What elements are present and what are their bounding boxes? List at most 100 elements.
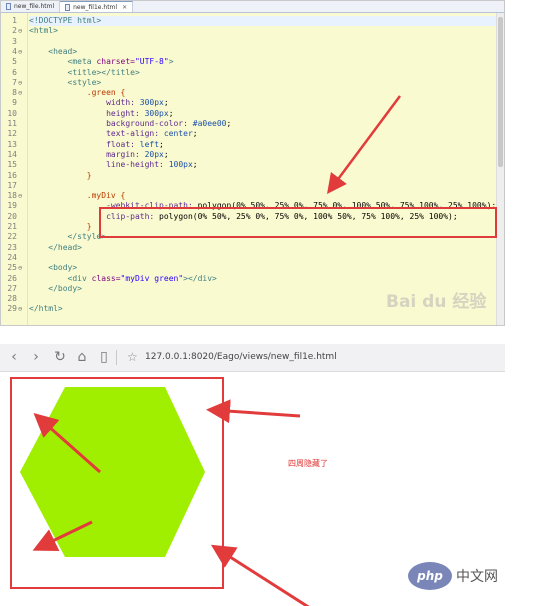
- code-token: ;: [163, 98, 169, 108]
- line-number: 23: [7, 242, 17, 252]
- code-token: 300px: [139, 98, 164, 108]
- code-line[interactable]: <html>: [29, 26, 504, 36]
- code-token: float:: [29, 139, 140, 149]
- code-line[interactable]: .green {: [29, 88, 504, 98]
- code-token: center: [163, 129, 193, 139]
- back-icon[interactable]: ‹: [6, 349, 22, 365]
- line-number: 22: [7, 232, 17, 242]
- code-token: }: [29, 222, 92, 231]
- bookmark-star-icon[interactable]: ☆: [127, 350, 138, 365]
- home-icon[interactable]: ⌂: [74, 349, 90, 365]
- code-token: ;: [192, 129, 198, 139]
- code-token: "myDiv green": [120, 273, 184, 283]
- line-number: 6: [12, 67, 17, 77]
- code-editor[interactable]: new_file.html new_fil1e.html ✕ 1 2 ⊖ 3 4 ⊖ 5 6 7…: [0, 0, 505, 326]
- code-line[interactable]: height: 300px;: [29, 109, 504, 119]
- line-number: 25: [7, 263, 17, 273]
- code-token: ;: [163, 149, 169, 159]
- line-number: 13: [7, 139, 17, 149]
- tab-new-fil1e[interactable]: new_fil1e.html ✕: [60, 1, 134, 12]
- code-token: 20px: [144, 149, 164, 159]
- baidu-watermark: Bai du 经验: [386, 292, 487, 312]
- line-number: 8: [12, 88, 17, 98]
- code-line[interactable]: .myDiv {: [29, 191, 504, 201]
- fold-toggle-icon[interactable]: ⊖: [18, 47, 22, 57]
- line-number: 21: [7, 222, 17, 231]
- html-file-icon: [65, 3, 71, 11]
- code-token: </head>: [29, 242, 82, 252]
- code-line[interactable]: <!DOCTYPE html>: [29, 16, 504, 27]
- fold-toggle-icon[interactable]: ⊖: [18, 304, 22, 314]
- code-line[interactable]: width: 300px;: [29, 98, 504, 108]
- fold-toggle-icon[interactable]: ⊖: [18, 191, 22, 201]
- code-line[interactable]: margin: 20px;: [29, 150, 504, 160]
- tab-new-file[interactable]: new_file.html: [1, 1, 61, 12]
- code-token: background-color:: [29, 119, 193, 128]
- line-number: 18: [7, 191, 17, 201]
- scrollbar-thumb[interactable]: [498, 17, 503, 167]
- code-token: margin:: [29, 149, 145, 159]
- reading-view-icon[interactable]: ▯: [96, 349, 112, 365]
- line-number: 11: [7, 119, 17, 128]
- code-token: ></div>: [183, 273, 217, 283]
- code-token: ;: [168, 108, 174, 118]
- code-token: <div: [29, 273, 92, 283]
- code-line[interactable]: background-color: #a0ee00;: [29, 119, 504, 129]
- code-line[interactable]: </head>: [29, 243, 504, 253]
- line-number: 12: [7, 129, 17, 139]
- code-token: .green {: [29, 88, 126, 98]
- code-token: left: [139, 139, 160, 149]
- line-number: 26: [7, 273, 17, 283]
- code-token: "UTF-8": [134, 57, 169, 67]
- address-bar-url[interactable]: 127.0.0.1:8020/Eago/views/new_fil1e.html: [145, 352, 337, 362]
- site-name: 中文网: [456, 569, 498, 585]
- arrow-bottom-right: [210, 544, 310, 606]
- vertical-scrollbar[interactable]: [496, 13, 504, 325]
- code-token: <head>: [29, 46, 78, 56]
- code-line[interactable]: [29, 253, 504, 263]
- code-token: <html>: [29, 26, 58, 36]
- line-number: 3: [12, 36, 17, 46]
- clipped-hexagon: [20, 387, 205, 557]
- fold-toggle-icon[interactable]: ⊖: [18, 78, 22, 88]
- code-token: </body>: [29, 283, 82, 293]
- code-token: <body>: [29, 263, 78, 273]
- code-line[interactable]: <style>: [29, 78, 504, 88]
- code-token: <!DOCTYPE html>: [29, 16, 102, 25]
- code-line[interactable]: }: [29, 171, 504, 181]
- code-token: <style>: [29, 77, 102, 87]
- code-line[interactable]: <div class="myDiv green"></div>: [29, 274, 504, 284]
- code-token: .myDiv {: [29, 191, 126, 201]
- line-number: 14: [7, 149, 17, 159]
- code-token: ;: [226, 119, 232, 128]
- code-line[interactable]: text-align: center;: [29, 129, 504, 139]
- code-line[interactable]: <title></title>: [29, 68, 504, 78]
- code-line[interactable]: <body>: [29, 263, 504, 273]
- line-number: 19: [7, 201, 17, 211]
- code-line[interactable]: float: left;: [29, 140, 504, 150]
- close-icon[interactable]: ✕: [122, 4, 127, 11]
- forward-icon[interactable]: ›: [28, 349, 44, 365]
- code-token: ;: [159, 139, 164, 149]
- code-token: text-align:: [29, 129, 164, 139]
- code-line[interactable]: <head>: [29, 47, 504, 57]
- arrow-top-right: [206, 399, 301, 424]
- code-line[interactable]: [29, 181, 504, 191]
- line-number: 9: [12, 98, 17, 108]
- line-number: 16: [7, 170, 17, 180]
- browser-toolbar: ‹ › ↻ ⌂ ▯ ☆ 127.0.0.1:8020/Eago/views/ne…: [0, 344, 505, 372]
- line-number-gutter: 1 2 ⊖ 3 4 ⊖ 5 6 7 ⊖ 8 ⊖ 9 10 11 12 13 14 15 16 17 18 ⊖ 19 20 21 22…: [1, 13, 28, 325]
- code-line[interactable]: <meta charset="UTF-8">: [29, 57, 504, 67]
- code-token: #a0ee00: [192, 119, 227, 128]
- editor-tab-bar: new_file.html new_fil1e.html ✕: [1, 1, 504, 13]
- code-line[interactable]: [29, 37, 504, 47]
- fold-toggle-icon[interactable]: ⊖: [18, 263, 22, 273]
- code-area[interactable]: <!DOCTYPE html> <html> <head> <meta chars…: [29, 13, 504, 325]
- code-token: </style>: [29, 232, 107, 242]
- reload-icon[interactable]: ↻: [52, 349, 68, 365]
- code-line[interactable]: line-height: 100px;: [29, 160, 504, 170]
- fold-toggle-icon[interactable]: ⊖: [18, 88, 22, 98]
- code-token: 100px: [168, 160, 193, 170]
- fold-toggle-icon[interactable]: ⊖: [18, 26, 22, 36]
- code-token: ;: [192, 160, 198, 170]
